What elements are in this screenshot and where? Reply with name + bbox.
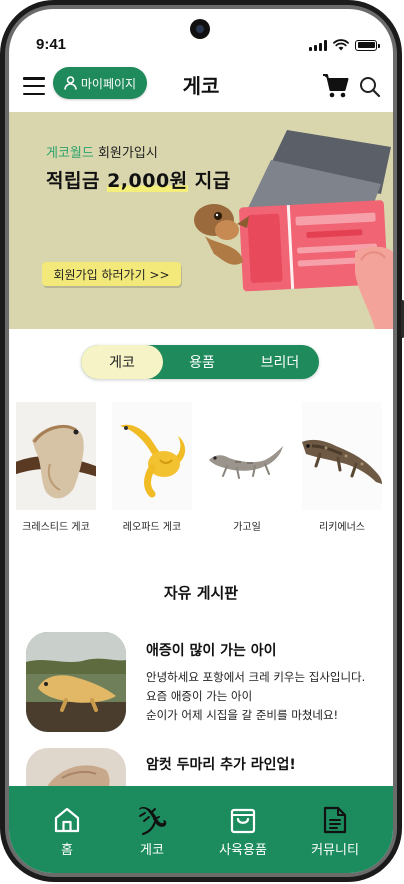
species-card-crested[interactable]: 크레스티드 게코 [16,402,96,533]
cart-icon[interactable] [322,73,349,99]
nav-label: 홈 [61,843,73,858]
species-card-leopard[interactable]: 레오파드 게코 [112,402,192,533]
category-tabs: 게코 용품 브리더 [81,345,319,379]
wifi-icon [333,39,349,51]
leachianus-gecko-image [302,402,382,510]
post-excerpt-line: 안녕하세요 포항에서 크레 키우는 집사입니다. [146,670,366,684]
tab-supplies[interactable]: 용품 [163,345,241,379]
battery-icon [355,39,380,51]
nav-home[interactable]: 홈 [19,786,115,873]
board-post[interactable]: 암컷 두마리 추가 라인업! [26,748,380,848]
banner-illustration [194,130,393,329]
promo-banner[interactable]: 게코월드 회원가입시 적립금 2,000원 지급 회원가입 하러가기 >> [9,112,393,329]
mypage-label: 마이페이지 [80,76,137,91]
signup-button[interactable]: 회원가입 하러가기 >> [42,262,181,286]
home-icon [54,807,80,833]
user-icon [64,76,77,90]
front-camera [190,19,210,39]
species-label: 리키에너스 [319,522,365,533]
gargoyle-gecko-image [207,402,287,510]
board-post[interactable]: 애증이 많이 가는 아이 안녕하세요 포항에서 크레 키우는 집사입니다. 요즘… [26,632,380,736]
shopping-bag-icon [230,808,256,834]
document-icon [323,806,347,834]
status-bar: 9:41 [9,9,393,57]
cellular-signal-icon [309,39,327,51]
crested-gecko-image [16,402,96,510]
post-title: 암컷 두마리 추가 라인업! [146,757,296,773]
species-label: 크레스티드 게코 [22,522,90,533]
nav-community[interactable]: 커뮤니티 [287,786,383,873]
post-excerpt: 안녕하세요 포항에서 크레 키우는 집사입니다. 요즘 애증이 가는 아이 순이… [146,668,365,725]
nav-label: 커뮤니티 [311,843,359,858]
nav-label: 사육용품 [219,843,267,858]
leopard-gecko-image [112,402,192,510]
search-icon[interactable] [359,76,381,98]
app-screen: 9:41 마이페이지 게코 게코월드 회원가입시 적립금 2,000원 지급 회… [9,9,393,873]
species-card-gargoyle[interactable]: 가고일 [207,402,287,533]
gecko-icon [139,807,167,836]
nav-gecko[interactable]: 게코 [104,786,200,873]
post-title: 애증이 많이 가는 아이 [146,643,277,659]
status-icons [309,39,380,51]
tab-breeder[interactable]: 브리더 [241,345,319,379]
nav-label: 게코 [140,843,164,858]
mypage-button[interactable]: 마이페이지 [53,67,147,99]
post-excerpt-line: 요즘 애증이 가는 아이 [146,689,253,703]
post-thumbnail [26,632,126,732]
species-card-leachianus[interactable]: 리키에너스 [302,402,382,533]
menu-icon[interactable] [23,77,45,95]
species-label: 레오파드 게코 [122,522,182,533]
phone-frame: 9:41 마이페이지 게코 게코월드 회원가입시 적립금 2,000원 지급 회… [0,0,404,884]
board-title: 자유 게시판 [163,584,239,602]
tab-gecko[interactable]: 게코 [81,345,163,379]
post-excerpt-line: 순이가 어제 시집을 갈 준비를 마쳤네요! [146,708,339,722]
species-label: 가고일 [233,522,261,533]
nav-supplies[interactable]: 사육용품 [195,786,291,873]
status-time: 9:41 [36,36,67,53]
bottom-nav: 홈 게코 사육용품 커뮤니티 [9,786,393,873]
app-header: 마이페이지 게코 [9,65,393,111]
